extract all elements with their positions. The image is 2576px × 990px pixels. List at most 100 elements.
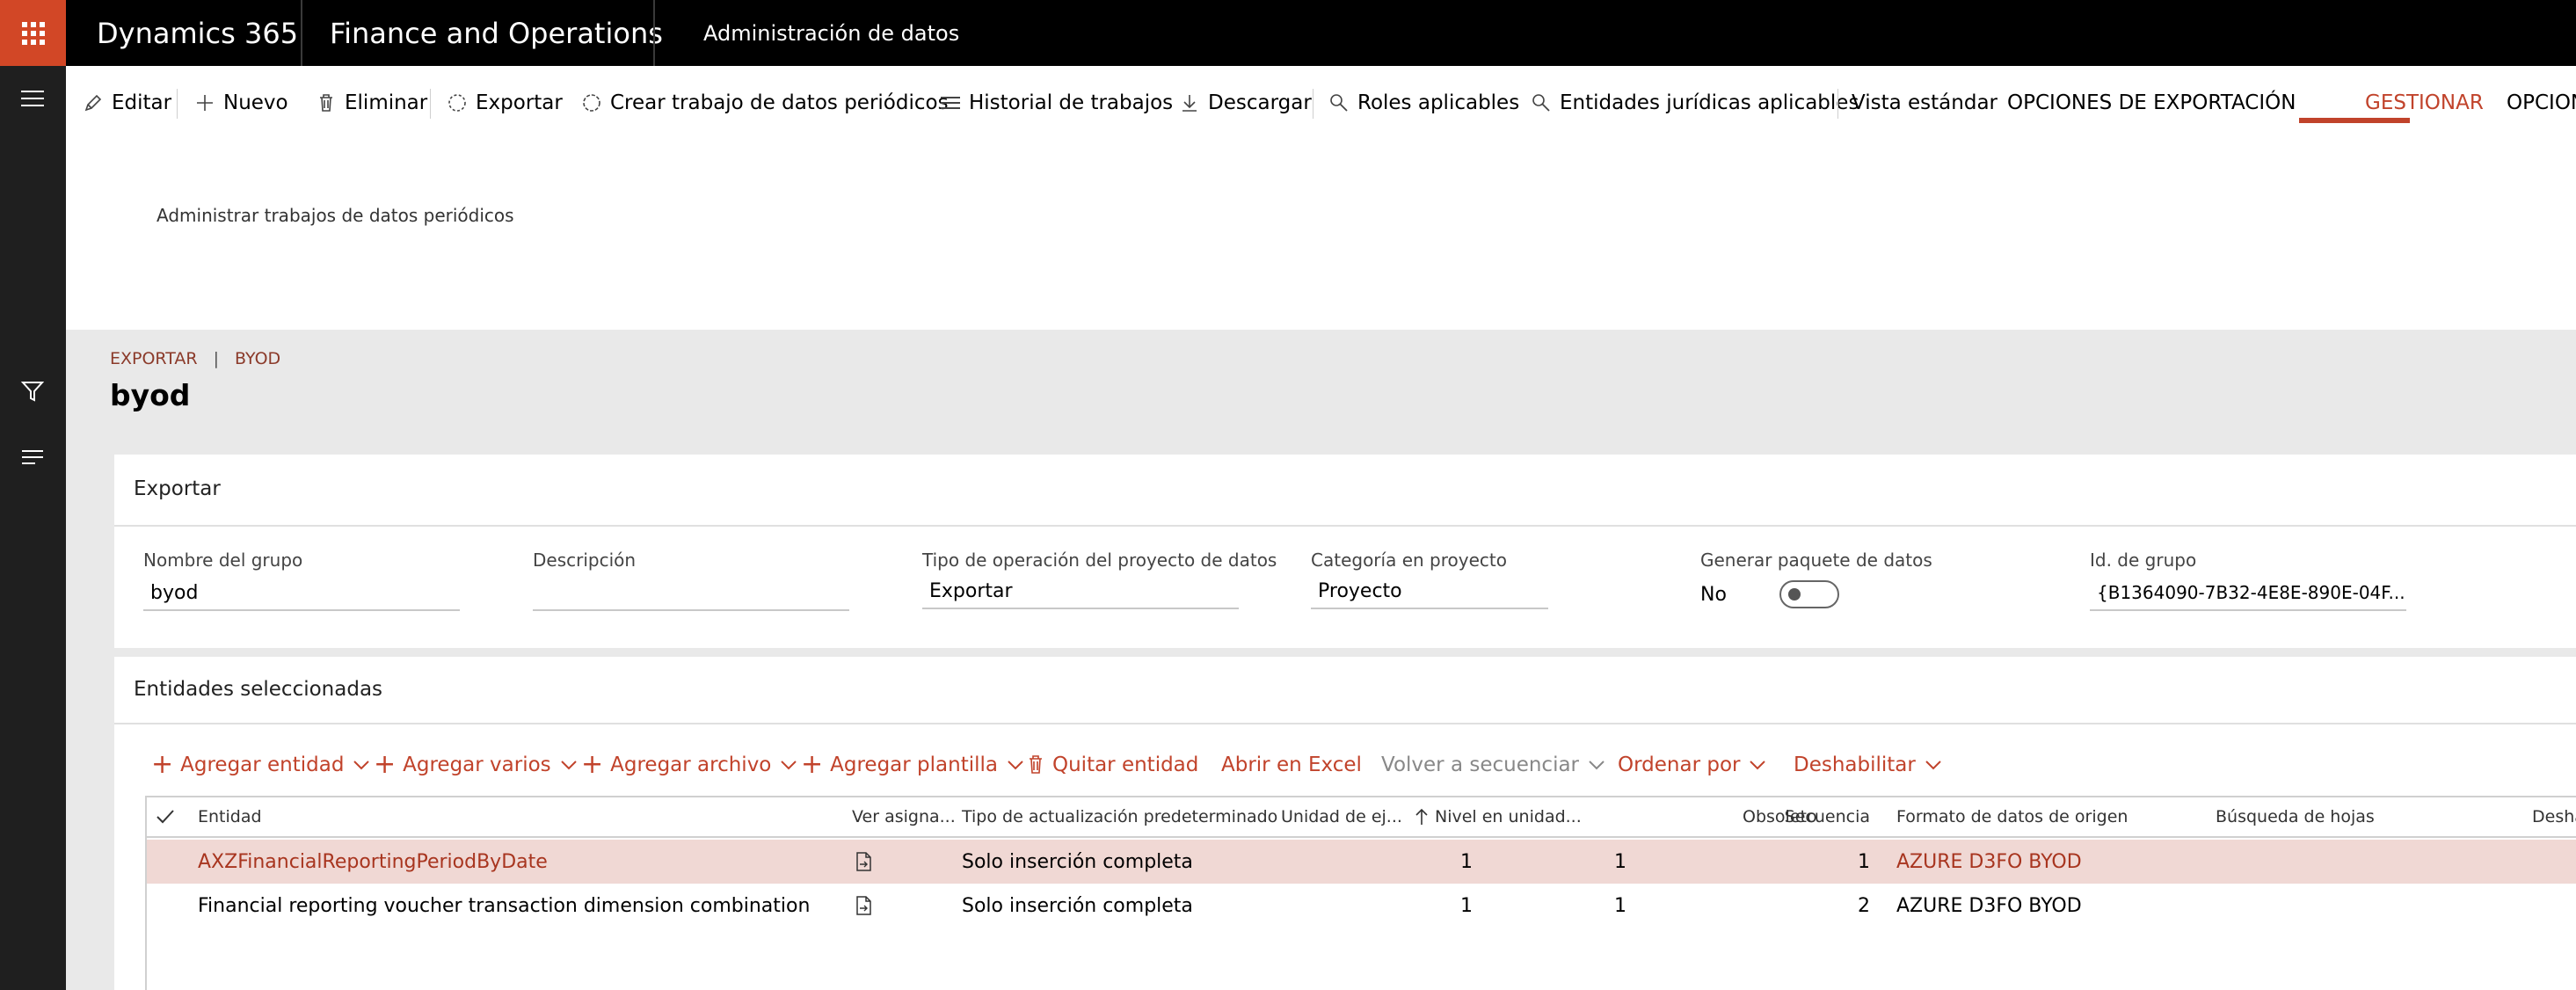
header-breadcrumb[interactable]: Administración de datos xyxy=(703,0,959,66)
column-entity[interactable]: Entidad xyxy=(198,797,262,836)
group-name-label: Nombre del grupo xyxy=(143,550,303,571)
applicable-legal-entities-button[interactable]: Entidades jurídicas aplicables xyxy=(1530,84,1859,122)
view-mapping-button[interactable] xyxy=(855,840,872,884)
breadcrumb-separator: | xyxy=(213,349,219,368)
download-icon xyxy=(1178,91,1201,114)
level-cell: 1 xyxy=(1614,850,1626,873)
operation-type-input[interactable] xyxy=(922,574,1239,609)
plus-icon xyxy=(193,91,216,114)
view-mapping-button[interactable] xyxy=(855,884,872,928)
add-multiple-button[interactable]: + Agregar varios xyxy=(374,747,578,783)
trash-icon xyxy=(1030,755,1042,774)
app-launcher-button[interactable] xyxy=(0,0,66,66)
export-section-header[interactable]: Exportar xyxy=(134,477,221,500)
create-recurring-job-button[interactable]: Crear trabajo de datos periódicos xyxy=(580,84,949,122)
list-view-button[interactable] xyxy=(15,440,50,475)
job-history-button[interactable]: Historial de trabajos xyxy=(939,84,1173,122)
generate-package-label: Generar paquete de datos xyxy=(1700,550,1932,571)
mapping-icon xyxy=(856,852,871,871)
group-id-label: Id. de grupo xyxy=(2090,550,2197,571)
chevron-down-icon xyxy=(1589,761,1605,770)
active-tab-indicator xyxy=(2299,118,2410,123)
sequence-cell: 2 xyxy=(1858,894,1870,917)
hamburger-icon xyxy=(21,91,44,106)
selected-entities-header[interactable]: Entidades seleccionadas xyxy=(134,678,382,701)
update-type-cell: Solo inserción completa xyxy=(962,850,1193,873)
toolbar-divider xyxy=(430,89,431,119)
add-template-button[interactable]: + Agregar plantilla xyxy=(801,747,1024,783)
entities-grid: Entidad Ver asigna... Tipo de actualizac… xyxy=(145,796,2576,990)
entity-name-cell[interactable]: Financial reporting voucher transaction … xyxy=(198,884,810,928)
new-button[interactable]: Nuevo xyxy=(193,84,288,122)
category-input[interactable] xyxy=(1311,574,1548,609)
tab-options[interactable]: OPCIONES xyxy=(2507,84,2576,122)
search-icon xyxy=(1328,91,1350,114)
disable-button[interactable]: Deshabilitar xyxy=(1794,747,1942,783)
generate-package-toggle-group: No xyxy=(1700,580,1839,608)
tab-standard-view[interactable]: Vista estándar xyxy=(1852,84,1997,122)
column-disable[interactable]: Desha xyxy=(2532,797,2576,836)
column-view-mapping[interactable]: Ver asigna... xyxy=(852,797,956,836)
chevron-down-icon xyxy=(1008,761,1023,770)
operation-type-label: Tipo de operación del proyecto de datos xyxy=(922,550,1277,571)
remove-entity-button[interactable]: Quitar entidad xyxy=(1026,747,1198,783)
filter-icon xyxy=(21,382,44,402)
select-all-checkbox[interactable] xyxy=(156,797,175,836)
column-obsolete[interactable]: Obsoleto xyxy=(1743,797,1817,836)
manage-recurring-jobs-button[interactable]: Administrar trabajos de datos periódicos xyxy=(156,205,514,226)
trash-icon xyxy=(315,91,338,114)
column-sheet-lookup[interactable]: Búsqueda de hojas xyxy=(2216,797,2375,836)
page-title: byod xyxy=(110,378,191,412)
header-divider xyxy=(653,0,655,66)
export-button[interactable]: Exportar xyxy=(446,84,563,122)
execution-unit-cell: 1 xyxy=(1460,894,1473,917)
breadcrumb-export[interactable]: EXPORTAR xyxy=(110,349,198,368)
waffle-icon xyxy=(21,21,45,45)
toggle-knob xyxy=(1787,588,1801,601)
sequence-cell: 1 xyxy=(1858,850,1870,873)
search-icon xyxy=(1530,91,1553,114)
open-in-excel-button[interactable]: Abrir en Excel xyxy=(1221,747,1362,783)
pencil-icon xyxy=(82,91,105,114)
group-id-input[interactable] xyxy=(2090,576,2406,611)
column-default-update-type[interactable]: Tipo de actualización predeterminado xyxy=(962,797,1277,836)
toolbar-divider xyxy=(1837,89,1838,119)
generate-package-toggle[interactable] xyxy=(1779,580,1839,608)
hamburger-menu-button[interactable] xyxy=(15,81,50,116)
app-name[interactable]: Dynamics 365 xyxy=(97,0,298,66)
source-format-cell[interactable]: AZURE D3FO BYOD xyxy=(1896,840,2082,884)
section-divider xyxy=(114,723,2576,724)
recurring-icon xyxy=(580,91,603,114)
tab-manage[interactable]: GESTIONAR xyxy=(2365,84,2484,122)
sort-by-button[interactable]: Ordenar por xyxy=(1618,747,1766,783)
column-execution-unit[interactable]: Unidad de ej... xyxy=(1281,797,1429,836)
resequence-button[interactable]: Volver a secuenciar xyxy=(1381,747,1605,783)
add-file-button[interactable]: + Agregar archivo xyxy=(581,747,797,783)
chevron-down-icon xyxy=(1925,761,1941,770)
list-icon xyxy=(22,450,43,464)
add-entity-button[interactable]: + Agregar entidad xyxy=(151,747,370,783)
column-level-in-unit[interactable]: Nivel en unidad... xyxy=(1435,797,1582,836)
execution-unit-cell: 1 xyxy=(1460,850,1473,873)
download-button[interactable]: Descargar xyxy=(1178,84,1312,122)
table-row[interactable]: Financial reporting voucher transaction … xyxy=(147,884,2576,928)
entity-name-cell[interactable]: AXZFinancialReportingPeriodByDate xyxy=(198,840,548,884)
source-format-cell[interactable]: AZURE D3FO BYOD xyxy=(1896,884,2082,928)
tab-export-options[interactable]: OPCIONES DE EXPORTACIÓN xyxy=(2007,84,2296,122)
edit-button[interactable]: Editar xyxy=(82,84,171,122)
delete-button[interactable]: Eliminar xyxy=(315,84,427,122)
breadcrumb-byod[interactable]: BYOD xyxy=(235,349,280,368)
plus-icon: + xyxy=(581,749,604,780)
table-row[interactable]: AXZFinancialReportingPeriodByDate Solo i… xyxy=(147,840,2576,884)
applicable-roles-button[interactable]: Roles aplicables xyxy=(1328,84,1519,122)
filter-button[interactable] xyxy=(15,374,50,409)
column-source-data-format[interactable]: Formato de datos de origen xyxy=(1896,797,2128,836)
chevron-down-icon xyxy=(1750,761,1766,770)
action-pane: Editar Nuevo Eliminar Exportar Crear tra… xyxy=(66,66,2576,330)
checkmark-icon xyxy=(156,810,174,824)
export-icon xyxy=(446,91,469,114)
page-breadcrumb: EXPORTAR | BYOD xyxy=(110,349,280,368)
plus-icon: + xyxy=(801,749,824,780)
description-input[interactable] xyxy=(533,576,849,611)
group-name-input[interactable] xyxy=(143,576,460,611)
